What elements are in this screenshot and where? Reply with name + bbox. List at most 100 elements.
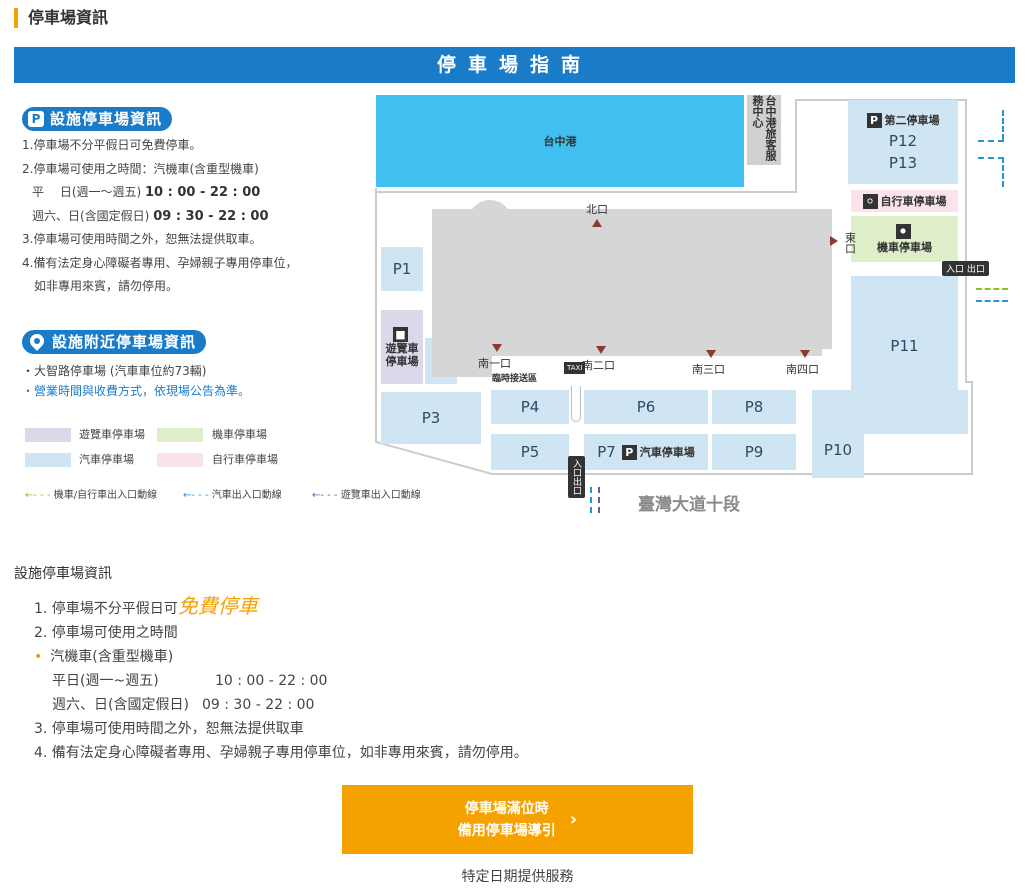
south4-arrow-icon xyxy=(800,350,810,358)
bullet-dot-icon: • xyxy=(34,649,43,665)
facility-weekend-row: 週六、日(含國定假日) 09 : 30 - 22 : 00 xyxy=(22,205,297,229)
north-gate: 北口 xyxy=(586,201,608,230)
entry-exit-sign-south: 入口出口 xyxy=(568,456,585,498)
weekday-label: 平日(週一~週五) xyxy=(52,673,159,689)
section-title: 停車場資訊 xyxy=(14,8,108,28)
route-legend-motor: ←- - - 機車/自行車出入口動線 xyxy=(25,489,157,503)
route-legend-car: ←- - - 汽車出入口動線 xyxy=(183,489,282,503)
second-lot-text: 第二停車場 xyxy=(884,114,940,127)
entry-label-south: 入口 xyxy=(571,459,581,477)
dropoff-area: 臨時接送區 xyxy=(492,374,538,384)
south1-gate: 南一口 xyxy=(478,342,511,371)
service-center: 台中港旅客服務中心 xyxy=(747,95,781,165)
text-item-2: 2. 停車場可使用之時間 xyxy=(34,625,178,641)
facility-line-3: 3.停車場可使用時間之外，恕無法提供取車。 xyxy=(22,232,262,246)
legend-tour-label: 遊覽車停車場 xyxy=(79,428,145,441)
south2-gate: 南二口 xyxy=(582,344,615,373)
south1-label: 南一口 xyxy=(478,357,511,370)
weekend-time: 09 : 30 - 22 : 00 xyxy=(202,697,315,713)
facility-weekend-label: 週六、日(含國定假日) xyxy=(32,208,150,223)
cta-line-1: 停車場滿位時 xyxy=(464,800,549,817)
facility-line-2: 2.停車場可使用之時間：汽機車(含重型機車) xyxy=(22,161,259,176)
car-route-arrow-1-vert xyxy=(1002,110,1004,140)
text-item-3: 3. 停車場可使用時間之外，恕無法提供取車 xyxy=(34,721,304,737)
blue-arrow-icon: ←- - - xyxy=(183,490,209,501)
bullet-text: 汽機車(含重型機車) xyxy=(50,649,174,665)
parking-map: 台中港 台中港旅客服務中心 P 第二停車場 P12 P13 ⚪ 自行車停車場 ⚫ 機… xyxy=(372,92,1022,522)
tour-lot: ■ 遊覽車停車場 xyxy=(381,310,423,384)
cta-note: 特定日期提供服務 xyxy=(461,869,574,885)
facility-weekday-row: 平 日(週一～週五) 10 : 00 - 22 : 00 xyxy=(22,181,297,205)
entry-label: 入口 xyxy=(946,265,965,275)
car-route-arrow-south xyxy=(590,487,592,513)
south4-label: 南四口 xyxy=(786,363,819,376)
p7-label: P7 xyxy=(597,443,616,461)
entry-exit-sign-east: 入口 出口 xyxy=(942,261,989,276)
south3-gate: 南三口 xyxy=(692,348,725,377)
p7-lot-text: 汽車停車場 xyxy=(639,446,695,459)
bicycle-icon: ⚪ xyxy=(862,194,878,209)
lot-p3: P3 xyxy=(381,392,481,444)
car-route-arrow-1 xyxy=(978,140,1004,142)
dropoff-lane xyxy=(571,386,581,422)
parking-guide-banner: 停車場指南 xyxy=(14,47,1015,83)
tour-route-arrow-south xyxy=(598,487,600,513)
road-label: 臺灣大道十段 xyxy=(638,495,740,515)
legend-motor-swatch xyxy=(157,428,203,442)
green-arrow-icon: ←- - - xyxy=(25,490,51,501)
motorcycle-icon: ⚫ xyxy=(895,223,911,239)
facility-pill-label: 設施停車場資訊 xyxy=(50,110,163,128)
text-bullet: • 汽機車(含重型機車) xyxy=(34,645,173,669)
legend-car-swatch xyxy=(25,453,71,467)
south4-gate: 南四口 xyxy=(786,348,819,377)
motor-lot: ⚫ 機車停車場 xyxy=(851,216,958,262)
lot-p5: P5 xyxy=(491,434,569,470)
exit-label-south: 出口 xyxy=(571,477,581,495)
second-lot-label: P 第二停車場 xyxy=(866,112,940,128)
legend-bike-swatch xyxy=(157,453,203,467)
tour-lot-label: 遊覽車停車場 xyxy=(385,341,419,368)
car-route-arrow-3 xyxy=(976,300,1008,302)
bike-lot: ⚪ 自行車停車場 xyxy=(851,190,958,212)
nearby-info-list: ・大智路停車場 (汽車車位約73輛) ・營業時間與收費方式，依現場公告為準。 xyxy=(22,360,250,403)
north-gate-label: 北口 xyxy=(586,203,608,216)
text-weekend-row: 週六、日(含國定假日) 09 : 30 - 22 : 00 xyxy=(52,693,314,717)
east-gate-arrow-icon xyxy=(830,236,838,246)
parking-p-icon: P xyxy=(866,113,882,128)
nearby-pill-label: 設施附近停車場資訊 xyxy=(52,333,197,351)
motor-route-arrow xyxy=(976,288,1008,290)
south3-arrow-icon xyxy=(706,350,716,358)
car-route-arrow-2 xyxy=(978,157,1004,159)
cta-line-2: 備用停車場導引 xyxy=(457,822,556,839)
south3-label: 南三口 xyxy=(692,363,725,376)
taxi-icon: TAXI xyxy=(564,362,586,374)
legend-bike-label: 自行車停車場 xyxy=(212,453,278,466)
taichung-port-label: 台中港 xyxy=(543,135,577,148)
p13-label: P13 xyxy=(888,154,918,172)
item1-prefix: 1. 停車場不分平假日可 xyxy=(34,601,178,617)
east-gate: 東口 xyxy=(830,232,858,254)
taichung-port-zone: 台中港 xyxy=(376,95,744,187)
main-building-south xyxy=(492,332,822,356)
south2-arrow-icon xyxy=(596,346,606,354)
facility-line-1: 1.停車場不分平假日可免費停車。 xyxy=(22,138,202,152)
parking-p-icon: P xyxy=(28,111,44,127)
backup-parking-guide-button[interactable]: 停車場滿位時 備用停車場導引 › xyxy=(342,785,693,854)
text-item-1: 1. 停車場不分平假日可免費停車 xyxy=(34,594,258,621)
lot-p12-p13: P 第二停車場 P12 P13 xyxy=(848,100,958,184)
facility-weekday-time: 10 : 00 - 22 : 00 xyxy=(145,185,261,200)
facility-info-list: 1.停車場不分平假日可免費停車。 2.停車場可使用之時間：汽機車(含重型機車) … xyxy=(22,134,297,299)
weekend-label: 週六、日(含國定假日) xyxy=(52,697,189,713)
facility-weekend-time: 09 : 30 - 22 : 00 xyxy=(153,208,269,224)
route-car-label: 汽車出入口動線 xyxy=(211,490,282,501)
bike-lot-text: 自行車停車場 xyxy=(880,195,947,208)
legend-tour-swatch xyxy=(25,428,71,442)
north-gate-arrow-icon xyxy=(592,219,602,227)
lot-p8: P8 xyxy=(712,390,796,424)
lot-p6: P6 xyxy=(584,390,708,424)
facility-line-5: 如非專用來賓，請勿停用。 xyxy=(34,279,179,293)
legend-motor-label: 機車停車場 xyxy=(212,428,267,441)
lot-p1: P1 xyxy=(381,247,423,291)
exit-label: 出口 xyxy=(966,265,985,275)
chevron-right-icon: › xyxy=(569,809,578,830)
